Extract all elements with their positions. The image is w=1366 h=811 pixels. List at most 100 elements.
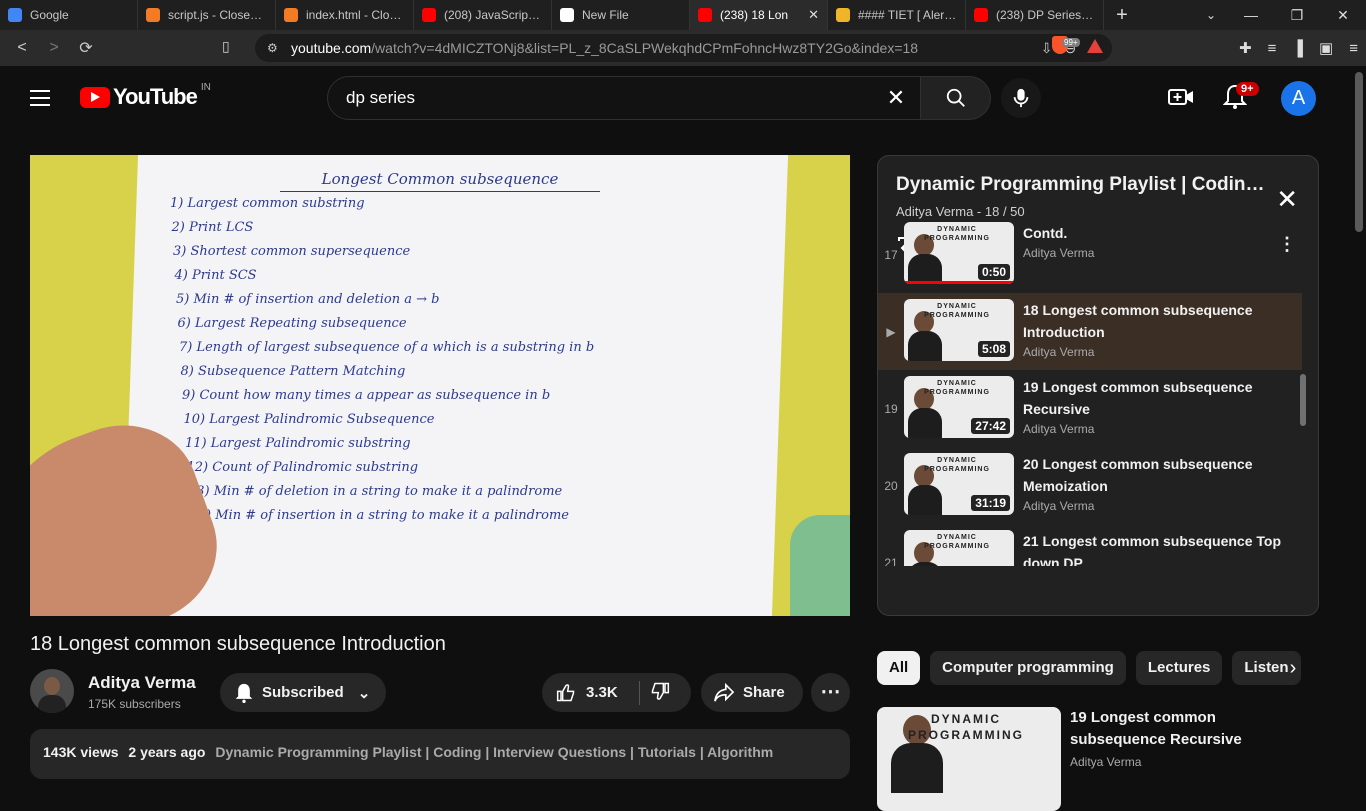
playlist-item-thumbnail[interactable]: DYNAMIC PROGRAMMING25:35 — [904, 530, 1014, 566]
site-info-icon[interactable]: ⚙ — [267, 41, 283, 55]
playlist-item[interactable]: ▶ DYNAMIC PROGRAMMING 5:08 18 Longest commo… — [878, 293, 1302, 370]
account-avatar[interactable]: A — [1281, 81, 1316, 116]
playlist-item[interactable]: 17 DYNAMIC PROGRAMMING 0:50 Contd. Aditya Ve… — [878, 216, 1302, 293]
search-input[interactable]: dp series ✕ — [327, 76, 921, 120]
browser-tab[interactable]: (208) JavaScript Tu — [414, 0, 552, 30]
forward-icon[interactable]: > — [38, 39, 70, 57]
notes-line: 13) Min # of deletion in a string to mak… — [188, 484, 563, 499]
subscribed-button[interactable]: Subscribed ⌄ — [220, 673, 386, 712]
minimize-button[interactable]: — — [1228, 0, 1274, 30]
duration-badge: 5:08 — [977, 341, 1010, 357]
search-bar: dp series ✕ — [327, 76, 991, 120]
new-tab-button[interactable]: + — [1108, 4, 1136, 27]
tab-title: Google — [30, 8, 69, 22]
tab-title: #### TIET [ Alert/N — [858, 8, 957, 22]
create-video-button[interactable] — [1168, 86, 1194, 113]
youtube-play-icon — [80, 86, 110, 108]
close-tab-icon[interactable]: ✕ — [808, 7, 819, 23]
playlist-item[interactable]: 21 DYNAMIC PROGRAMMING25:35 21 Longest com… — [878, 524, 1302, 566]
duration-badge: 27:42 — [971, 418, 1010, 434]
back-icon[interactable]: < — [6, 39, 38, 57]
channel-name[interactable]: Aditya Verma — [88, 673, 196, 693]
playlist-item-thumbnail[interactable]: DYNAMIC PROGRAMMING 5:08 — [904, 299, 1014, 361]
browser-menu-icon[interactable]: ≡ — [1349, 40, 1358, 57]
close-playlist-icon[interactable]: ✕ — [1276, 184, 1298, 215]
thumbnail-caption: DYNAMIC PROGRAMMING — [924, 457, 990, 473]
browser-tab[interactable]: Google — [0, 0, 138, 30]
recommended-title[interactable]: 19 Longest common subsequence Recursive — [1070, 707, 1310, 751]
playlist-title[interactable]: Dynamic Programming Playlist | Coding | … — [896, 174, 1266, 196]
filter-chip[interactable]: Computer programming — [930, 651, 1126, 685]
chevron-right-icon[interactable]: › — [1277, 652, 1309, 684]
notes-line: 8) Subsequence Pattern Matching — [180, 364, 406, 379]
more-actions-button[interactable]: ⋯ — [811, 673, 850, 712]
notes-line: 2) Print LCS — [171, 220, 254, 235]
reload-icon[interactable]: ⟳ — [70, 38, 102, 58]
notes-line: 10) Largest Palindromic Subsequence — [183, 412, 435, 427]
dislike-button[interactable] — [640, 681, 670, 705]
wallet-icon[interactable]: ▣ — [1319, 39, 1333, 57]
description-box[interactable]: 143K views 2 years ago Dynamic Programmi… — [30, 729, 850, 779]
playlist-panel: Dynamic Programming Playlist | Coding | … — [877, 155, 1319, 616]
youtube-logo[interactable]: YouTube IN — [80, 81, 211, 110]
url-field[interactable]: ⚙ youtube.com /watch?v=4dMICZTONj8&list=… — [255, 34, 1112, 62]
maximize-button[interactable]: ❐ — [1274, 0, 1320, 30]
playlist-item-title: Contd. — [1023, 225, 1068, 241]
page-scrollbar[interactable] — [1352, 66, 1366, 768]
brave-rewards-icon[interactable] — [1087, 39, 1103, 53]
playlist-item-thumbnail[interactable]: DYNAMIC PROGRAMMING 27:42 — [904, 376, 1014, 438]
like-dislike-bar: 3.3K — [542, 673, 691, 712]
playlist-item-index: ▶ — [886, 325, 896, 339]
browser-tab[interactable]: (238) DP Series - b — [966, 0, 1104, 30]
playlist-item-channel: Aditya Verma — [1023, 345, 1095, 359]
playlist-queue-icon[interactable]: ≡ — [1268, 40, 1277, 57]
voice-search-button[interactable] — [1001, 78, 1041, 118]
playlist-item[interactable]: 19 DYNAMIC PROGRAMMING 27:42 19 Longest com… — [878, 370, 1302, 447]
browser-extensions: ✚ ≡ ▐ ▣ ≡ — [1239, 30, 1358, 66]
notes-line: 9) Count how many times a appear as subs… — [182, 388, 551, 403]
playlist-scrollbar[interactable] — [1300, 374, 1306, 426]
bell-icon — [235, 683, 253, 703]
playlist-item-thumbnail[interactable]: DYNAMIC PROGRAMMING 31:19 — [904, 453, 1014, 515]
recommended-thumbnail[interactable]: DYNAMIC PROGRAMMING — [877, 707, 1061, 811]
browser-tab[interactable]: New File — [552, 0, 690, 30]
install-icon[interactable]: ⇩ — [1041, 40, 1053, 57]
view-count: 143K views — [43, 744, 119, 760]
notes-title: Longest Common subsequence — [280, 167, 600, 192]
page-scrollbar-thumb[interactable] — [1355, 72, 1363, 232]
tab-search-chevron-icon[interactable]: ⌄ — [1206, 0, 1216, 30]
recommended-video[interactable]: DYNAMIC PROGRAMMING 19 Longest common su… — [877, 707, 1319, 811]
duration-badge: 0:50 — [977, 264, 1010, 280]
bookmark-icon[interactable]: ▯ — [222, 38, 230, 55]
channel-avatar[interactable] — [30, 669, 74, 713]
playlist-item-title: 20 Longest common subsequence Memoizatio… — [1023, 456, 1253, 494]
playlist-item-thumbnail[interactable]: DYNAMIC PROGRAMMING 0:50 — [904, 222, 1014, 284]
share-button[interactable]: Share — [701, 673, 803, 712]
filter-chip[interactable]: Lectures — [1135, 651, 1223, 685]
playlist-item[interactable]: 20 DYNAMIC PROGRAMMING 31:19 20 Longest com… — [878, 447, 1302, 524]
sidebar-icon[interactable]: ▐ — [1292, 40, 1303, 57]
browser-tab[interactable]: script.js - Closest,M — [138, 0, 276, 30]
browser-tab[interactable]: index.html - Closes — [276, 0, 414, 30]
close-window-button[interactable]: ✕ — [1320, 0, 1366, 30]
address-bar: < > ⟳ ▯ ⚙ youtube.com /watch?v=4dMICZTON… — [0, 30, 1366, 66]
browser-tab[interactable]: #### TIET [ Alert/N — [828, 0, 966, 30]
recommended-channel[interactable]: Aditya Verma — [1070, 755, 1310, 769]
tab-favicon-icon — [146, 8, 160, 22]
menu-hamburger-icon[interactable] — [30, 90, 50, 111]
thumbs-down-icon — [651, 682, 670, 700]
playlist-item-title: 21 Longest common subsequence Top down D… — [1023, 533, 1282, 566]
create-video-icon — [1168, 89, 1193, 105]
upload-age: 2 years ago — [128, 744, 206, 760]
browser-tab[interactable]: (238) 18 Lon ✕ — [690, 0, 828, 30]
filter-chip[interactable]: All — [877, 651, 921, 685]
tab-title: index.html - Closes — [306, 8, 405, 22]
extensions-puzzle-icon[interactable]: ✚ — [1239, 39, 1252, 57]
window-controls: — ❐ ✕ — [1228, 0, 1366, 30]
search-button[interactable] — [921, 76, 991, 120]
country-code: IN — [200, 81, 211, 93]
notification-count-badge: 9+ — [1236, 82, 1259, 96]
clear-search-icon[interactable]: ✕ — [872, 85, 920, 111]
video-player[interactable]: Longest Common subsequence 1) Largest co… — [30, 155, 850, 616]
like-button[interactable]: 3.3K — [542, 680, 640, 705]
